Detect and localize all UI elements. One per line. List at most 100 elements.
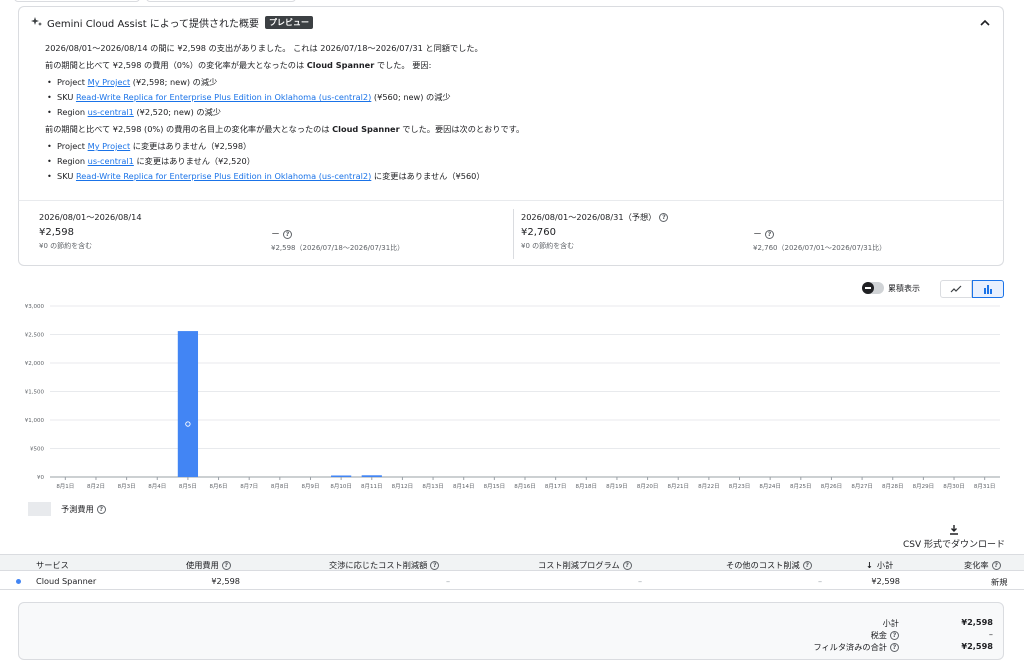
driver-link[interactable]: us-central1 xyxy=(88,156,134,166)
savings-note: ¥0 の節約を含む xyxy=(39,242,93,250)
change-value: － xyxy=(271,230,281,240)
forecast-comparison: －? ¥2,760（2026/07/01～2026/07/31比） xyxy=(753,227,886,253)
x-tick-label: 8月17日 xyxy=(545,483,567,490)
y-tick-label: ¥2,000 xyxy=(25,361,45,367)
col-other[interactable]: その他のコスト削減? xyxy=(726,559,812,571)
help-icon[interactable]: ? xyxy=(659,213,669,222)
y-tick-label: ¥3,000 xyxy=(25,304,45,310)
driver-link[interactable]: My Project xyxy=(88,77,131,87)
driver-link[interactable]: My Project xyxy=(88,141,131,151)
gemini-paragraph-1: 前の期間と比べて ¥2,598 の費用（0%）の変化率が最大となったのは Clo… xyxy=(45,60,432,70)
filtered-total-value: ¥2,598 xyxy=(961,641,993,651)
period-amount: ¥2,598 xyxy=(39,227,74,238)
gemini-summary-card: Gemini Cloud Assist によって提供された概要 プレビュー 20… xyxy=(18,6,1004,200)
x-tick-label: 8月11日 xyxy=(361,483,383,490)
col-change[interactable]: 変化率? xyxy=(964,559,1001,571)
gemini-title: Gemini Cloud Assist によって提供された概要 xyxy=(47,18,260,30)
forecast-period-label: 2026/08/01～2026/08/31（予想） xyxy=(521,212,657,222)
forecast-amount: ¥2,760 xyxy=(521,227,556,238)
y-tick-label: ¥1,500 xyxy=(25,390,45,396)
col-service[interactable]: サービス xyxy=(36,559,69,571)
period-label: 2026/08/01～2026/08/14 xyxy=(39,212,142,222)
table-row[interactable]: Cloud Spanner ¥2,598 – – – ¥2,598 新規 xyxy=(0,571,1024,590)
cost-table: サービス 使用費用? 交渉に応じたコスト削減額? コスト削減プログラム? その他… xyxy=(0,554,1024,590)
x-tick-label: 8月21日 xyxy=(667,483,689,490)
cost-bar-chart: ¥0 ¥500 ¥1,000 ¥1,500 ¥2,000 ¥2,500 ¥3,000 8月1日… xyxy=(25,304,1000,490)
sparkle-icon xyxy=(31,17,42,26)
help-icon[interactable]: ? xyxy=(96,504,106,514)
help-icon[interactable]: ? xyxy=(283,230,293,239)
line-chart-icon xyxy=(950,285,962,293)
chevron-up-icon[interactable] xyxy=(979,17,991,29)
x-tick-label: 8月19日 xyxy=(606,483,628,490)
y-tick-label: ¥500 xyxy=(30,447,44,453)
cell-change: 新規 xyxy=(991,577,1008,587)
driver-list-2: Project My Project に変更はありません（¥2,598）Regi… xyxy=(45,139,1003,184)
filtered-total-row: フィルタ済みの合計? ¥2,598 xyxy=(759,641,993,653)
gemini-body: 2026/08/01～2026/08/14 の間に ¥2,598 の支出がありま… xyxy=(19,29,1003,184)
col-subtotal[interactable]: ↓ 小計 xyxy=(866,559,893,571)
change-value: － xyxy=(753,230,763,240)
current-period-summary: 2026/08/01～2026/08/14 ¥2,598 ¥0 の節約を含む xyxy=(39,211,142,251)
top-tab-stub xyxy=(146,0,296,2)
driver-link[interactable]: Read-Write Replica for Enterprise Plus E… xyxy=(76,92,371,102)
tax-row: 税金? – xyxy=(759,629,993,641)
cost-bar[interactable] xyxy=(331,475,352,478)
current-period-comparison: －? ¥2,598（2026/07/18～2026/07/31比） xyxy=(271,227,404,253)
cost-bar[interactable] xyxy=(361,475,382,477)
x-tick-label: 8月31日 xyxy=(974,483,996,490)
cell-service: Cloud Spanner xyxy=(36,576,97,586)
cost-summary: 2026/08/01～2026/08/14 ¥2,598 ¥0 の節約を含む －… xyxy=(18,200,1004,266)
x-tick-label: 8月10日 xyxy=(330,483,352,490)
cumulative-label: 累積表示 xyxy=(888,283,920,293)
x-tick-label: 8月27日 xyxy=(851,483,873,490)
col-program[interactable]: コスト削減プログラム? xyxy=(538,559,632,571)
cell-other: – xyxy=(818,576,823,586)
x-tick-label: 8月3日 xyxy=(118,483,136,490)
csv-download-label: CSV 形式でダウンロード xyxy=(902,540,1005,550)
toggle-switch[interactable] xyxy=(862,282,884,294)
cell-usage: ¥2,598 xyxy=(211,576,240,586)
forecast-legend: 予測費用 ? xyxy=(28,502,106,516)
driver-link[interactable]: Read-Write Replica for Enterprise Plus E… xyxy=(76,171,371,181)
driver-link[interactable]: us-central1 xyxy=(88,107,134,117)
filtered-total-label: フィルタ済みの合計 xyxy=(813,642,887,652)
x-tick-label: 8月2日 xyxy=(87,483,105,490)
help-icon[interactable]: ? xyxy=(890,631,899,640)
driver-item: Project My Project (¥2,598; new) の減少 xyxy=(45,75,1003,90)
col-negotiated[interactable]: 交渉に応じたコスト削減額? xyxy=(329,559,440,571)
forecast-label: 予測費用 xyxy=(61,504,94,514)
help-icon[interactable]: ? xyxy=(221,561,231,570)
x-tick-label: 8月9日 xyxy=(301,483,319,490)
x-tick-label: 8月29日 xyxy=(913,483,935,490)
table-header: サービス 使用費用? 交渉に応じたコスト削減額? コスト削減プログラム? その他… xyxy=(0,554,1024,571)
csv-download-button[interactable]: CSV 形式でダウンロード xyxy=(902,525,1006,550)
help-icon[interactable]: ? xyxy=(802,561,812,570)
x-tick-label: 8月1日 xyxy=(56,483,74,490)
cost-bar[interactable] xyxy=(177,331,199,477)
help-icon[interactable]: ? xyxy=(622,561,632,570)
help-icon[interactable]: ? xyxy=(890,643,899,652)
preview-badge: プレビュー xyxy=(265,15,314,29)
savings-note: ¥0 の節約を含む xyxy=(521,242,575,250)
tax-label: 税金 xyxy=(870,630,887,640)
help-icon[interactable]: ? xyxy=(991,561,1001,570)
x-tick-label: 8月13日 xyxy=(422,483,444,490)
totals-panel: 小計 ¥2,598 税金? – フィルタ済みの合計? ¥2,598 xyxy=(18,602,1004,660)
col-usage[interactable]: 使用費用? xyxy=(186,559,231,571)
bar-chart-icon xyxy=(984,285,992,294)
comparison-note: ¥2,760（2026/07/01～2026/07/31比） xyxy=(753,244,887,252)
help-icon[interactable]: ? xyxy=(430,561,440,570)
x-tick-label: 8月5日 xyxy=(179,483,197,490)
driver-item: Region us-central1 に変更はありません（¥2,520） xyxy=(45,154,1003,169)
driver-item: Region us-central1 (¥2,520; new) の減少 xyxy=(45,105,1003,120)
x-tick-label: 8月25日 xyxy=(790,483,812,490)
x-tick-label: 8月30日 xyxy=(943,483,965,490)
help-icon[interactable]: ? xyxy=(765,230,775,239)
x-tick-label: 8月23日 xyxy=(729,483,751,490)
cumulative-toggle[interactable]: 累積表示 xyxy=(862,282,920,294)
driver-item: SKU Read-Write Replica for Enterprise Pl… xyxy=(45,90,1003,105)
x-tick-label: 8月24日 xyxy=(759,483,781,490)
driver-item: SKU Read-Write Replica for Enterprise Pl… xyxy=(45,169,1003,184)
x-tick-label: 8月15日 xyxy=(484,483,506,490)
